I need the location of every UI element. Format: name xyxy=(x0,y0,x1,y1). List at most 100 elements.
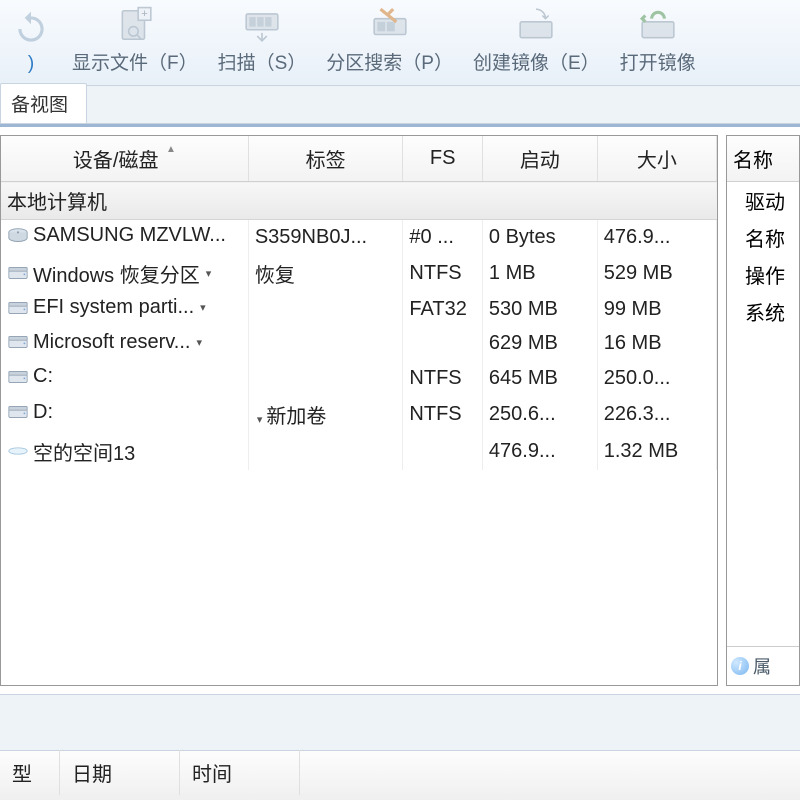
dropdown-arrow-icon[interactable]: ▾ xyxy=(257,414,263,426)
table-row[interactable]: C:NTFS645 MB250.0... xyxy=(1,361,717,396)
create-image-icon xyxy=(515,6,557,44)
cell-label xyxy=(248,292,403,327)
cell-start: 1 MB xyxy=(482,255,597,293)
empty-space-icon xyxy=(7,442,29,460)
volume-icon xyxy=(7,264,29,282)
tab-device-view[interactable]: 备视图 xyxy=(0,83,87,123)
cell-start: 530 MB xyxy=(482,292,597,327)
cell-device: EFI system parti... ▾ xyxy=(1,292,248,327)
col-header-start[interactable]: 启动 xyxy=(482,136,597,182)
disk-icon xyxy=(7,227,29,245)
property-row[interactable]: 驱动 xyxy=(727,182,799,219)
group-row-local-computer[interactable]: 本地计算机 xyxy=(1,182,717,220)
cell-start: 476.9... xyxy=(482,433,597,471)
cell-device: C: xyxy=(1,361,248,396)
partition-search-icon xyxy=(369,6,411,44)
ribbon-label: 显示文件（F） xyxy=(72,48,198,75)
properties-footer: i 属 xyxy=(727,646,799,685)
property-row[interactable]: 系统 xyxy=(727,293,799,330)
ribbon-btn-scan[interactable]: 扫描（S） xyxy=(208,4,317,81)
table-row[interactable]: D:▾新加卷NTFS250.6...226.3... xyxy=(1,396,717,433)
property-row[interactable]: 操作 xyxy=(727,256,799,293)
status-spacer xyxy=(0,694,800,750)
ribbon-label: 扫描（S） xyxy=(218,48,307,75)
device-name-text: 空的空间13 xyxy=(33,437,135,466)
cell-label: S359NB0J... xyxy=(248,220,403,255)
bottom-col-time[interactable]: 时间 xyxy=(180,750,300,795)
cell-start: 629 MB xyxy=(482,327,597,362)
volume-icon xyxy=(7,333,29,351)
volume-icon xyxy=(7,299,29,317)
cell-label xyxy=(248,327,403,362)
properties-header[interactable]: 名称 xyxy=(727,136,799,182)
table-row[interactable]: Windows 恢复分区 ▾ 恢复NTFS1 MB529 MB xyxy=(1,255,717,293)
col-header-label[interactable]: 标签 xyxy=(248,136,403,182)
cell-label xyxy=(248,433,403,471)
cell-size: 1.32 MB xyxy=(597,433,716,471)
cell-label xyxy=(248,361,403,396)
device-name-text: C: xyxy=(33,365,53,388)
device-name-text: Microsoft reserv... xyxy=(33,331,190,354)
property-row[interactable]: 名称 xyxy=(727,219,799,256)
volume-icon xyxy=(7,403,29,421)
properties-pane: 名称 驱动名称操作系统 i 属 xyxy=(726,135,800,686)
cell-size: 476.9... xyxy=(597,220,716,255)
properties-footer-label: 属 xyxy=(753,653,771,679)
label-text: 新加卷 xyxy=(266,406,326,428)
disk-table-pane: 设备/磁盘 ▲ 标签 FS 启动 大小 本地计算机SAMSUNG MZVLW..… xyxy=(0,135,718,686)
dropdown-arrow-icon[interactable]: ▾ xyxy=(200,301,206,314)
cell-size: 226.3... xyxy=(597,396,716,433)
bottom-col-type[interactable]: 型 xyxy=(0,750,60,795)
ribbon-label: 分区搜索（P） xyxy=(326,48,453,75)
ribbon-label: 打开镜像 xyxy=(620,48,696,75)
cell-fs: NTFS xyxy=(403,255,483,293)
scan-icon xyxy=(241,6,283,44)
cell-device: D: xyxy=(1,396,248,433)
device-name-text: D: xyxy=(33,401,53,424)
table-row[interactable]: SAMSUNG MZVLW...S359NB0J...#0 ...0 Bytes… xyxy=(1,220,717,255)
bottom-log-header: 型 日期 时间 xyxy=(0,750,800,794)
table-header-row: 设备/磁盘 ▲ 标签 FS 启动 大小 xyxy=(1,136,717,182)
cell-fs: NTFS xyxy=(403,396,483,433)
ribbon-label: ) xyxy=(28,53,34,75)
ribbon-btn-partition-search[interactable]: 分区搜索（P） xyxy=(316,4,463,81)
cell-device: Windows 恢复分区 ▾ xyxy=(1,255,248,293)
tab-label: 备视图 xyxy=(11,95,68,116)
col-header-text: 设备/磁盘 xyxy=(73,150,159,172)
dropdown-arrow-icon[interactable]: ▾ xyxy=(196,336,202,349)
ribbon-btn-refresh[interactable]: ) xyxy=(0,4,62,81)
cell-size: 99 MB xyxy=(597,292,716,327)
device-name-text: Windows 恢复分区 xyxy=(33,259,200,288)
table-row[interactable]: EFI system parti... ▾ FAT32530 MB99 MB xyxy=(1,292,717,327)
ribbon-toolbar: ) + 显示文件（F） 扫描（S） 分区搜索（P） 创建镜像（E） 打开镜像 xyxy=(0,0,800,86)
cell-size: 529 MB xyxy=(597,255,716,293)
ribbon-btn-open-image[interactable]: 打开镜像 xyxy=(610,4,706,81)
cell-fs: FAT32 xyxy=(403,292,483,327)
table-row[interactable]: 空的空间13 476.9...1.32 MB xyxy=(1,433,717,471)
ribbon-btn-show-files[interactable]: + 显示文件（F） xyxy=(62,4,208,81)
open-image-icon xyxy=(637,6,679,44)
show-files-icon: + xyxy=(114,6,156,44)
cell-start: 645 MB xyxy=(482,361,597,396)
cell-fs: #0 ... xyxy=(403,220,483,255)
bottom-col-date[interactable]: 日期 xyxy=(60,750,180,795)
cell-fs xyxy=(403,327,483,362)
cell-size: 16 MB xyxy=(597,327,716,362)
col-header-fs[interactable]: FS xyxy=(403,136,483,182)
col-header-device[interactable]: 设备/磁盘 ▲ xyxy=(1,136,248,182)
cell-label: 恢复 xyxy=(248,255,403,293)
col-header-size[interactable]: 大小 xyxy=(597,136,716,182)
cell-fs xyxy=(403,433,483,471)
ribbon-label: 创建镜像（E） xyxy=(473,48,600,75)
sort-indicator-icon: ▲ xyxy=(166,144,176,155)
cell-device: Microsoft reserv... ▾ xyxy=(1,327,248,362)
main-area: 设备/磁盘 ▲ 标签 FS 启动 大小 本地计算机SAMSUNG MZVLW..… xyxy=(0,124,800,694)
ribbon-btn-create-image[interactable]: 创建镜像（E） xyxy=(463,4,610,81)
device-name-text: EFI system parti... xyxy=(33,296,194,319)
dropdown-arrow-icon[interactable]: ▾ xyxy=(206,267,212,280)
table-row[interactable]: Microsoft reserv... ▾ 629 MB16 MB xyxy=(1,327,717,362)
tabstrip: 备视图 xyxy=(0,86,800,124)
refresh-icon xyxy=(10,8,52,49)
disk-table: 设备/磁盘 ▲ 标签 FS 启动 大小 本地计算机SAMSUNG MZVLW..… xyxy=(1,136,717,470)
volume-icon xyxy=(7,368,29,386)
